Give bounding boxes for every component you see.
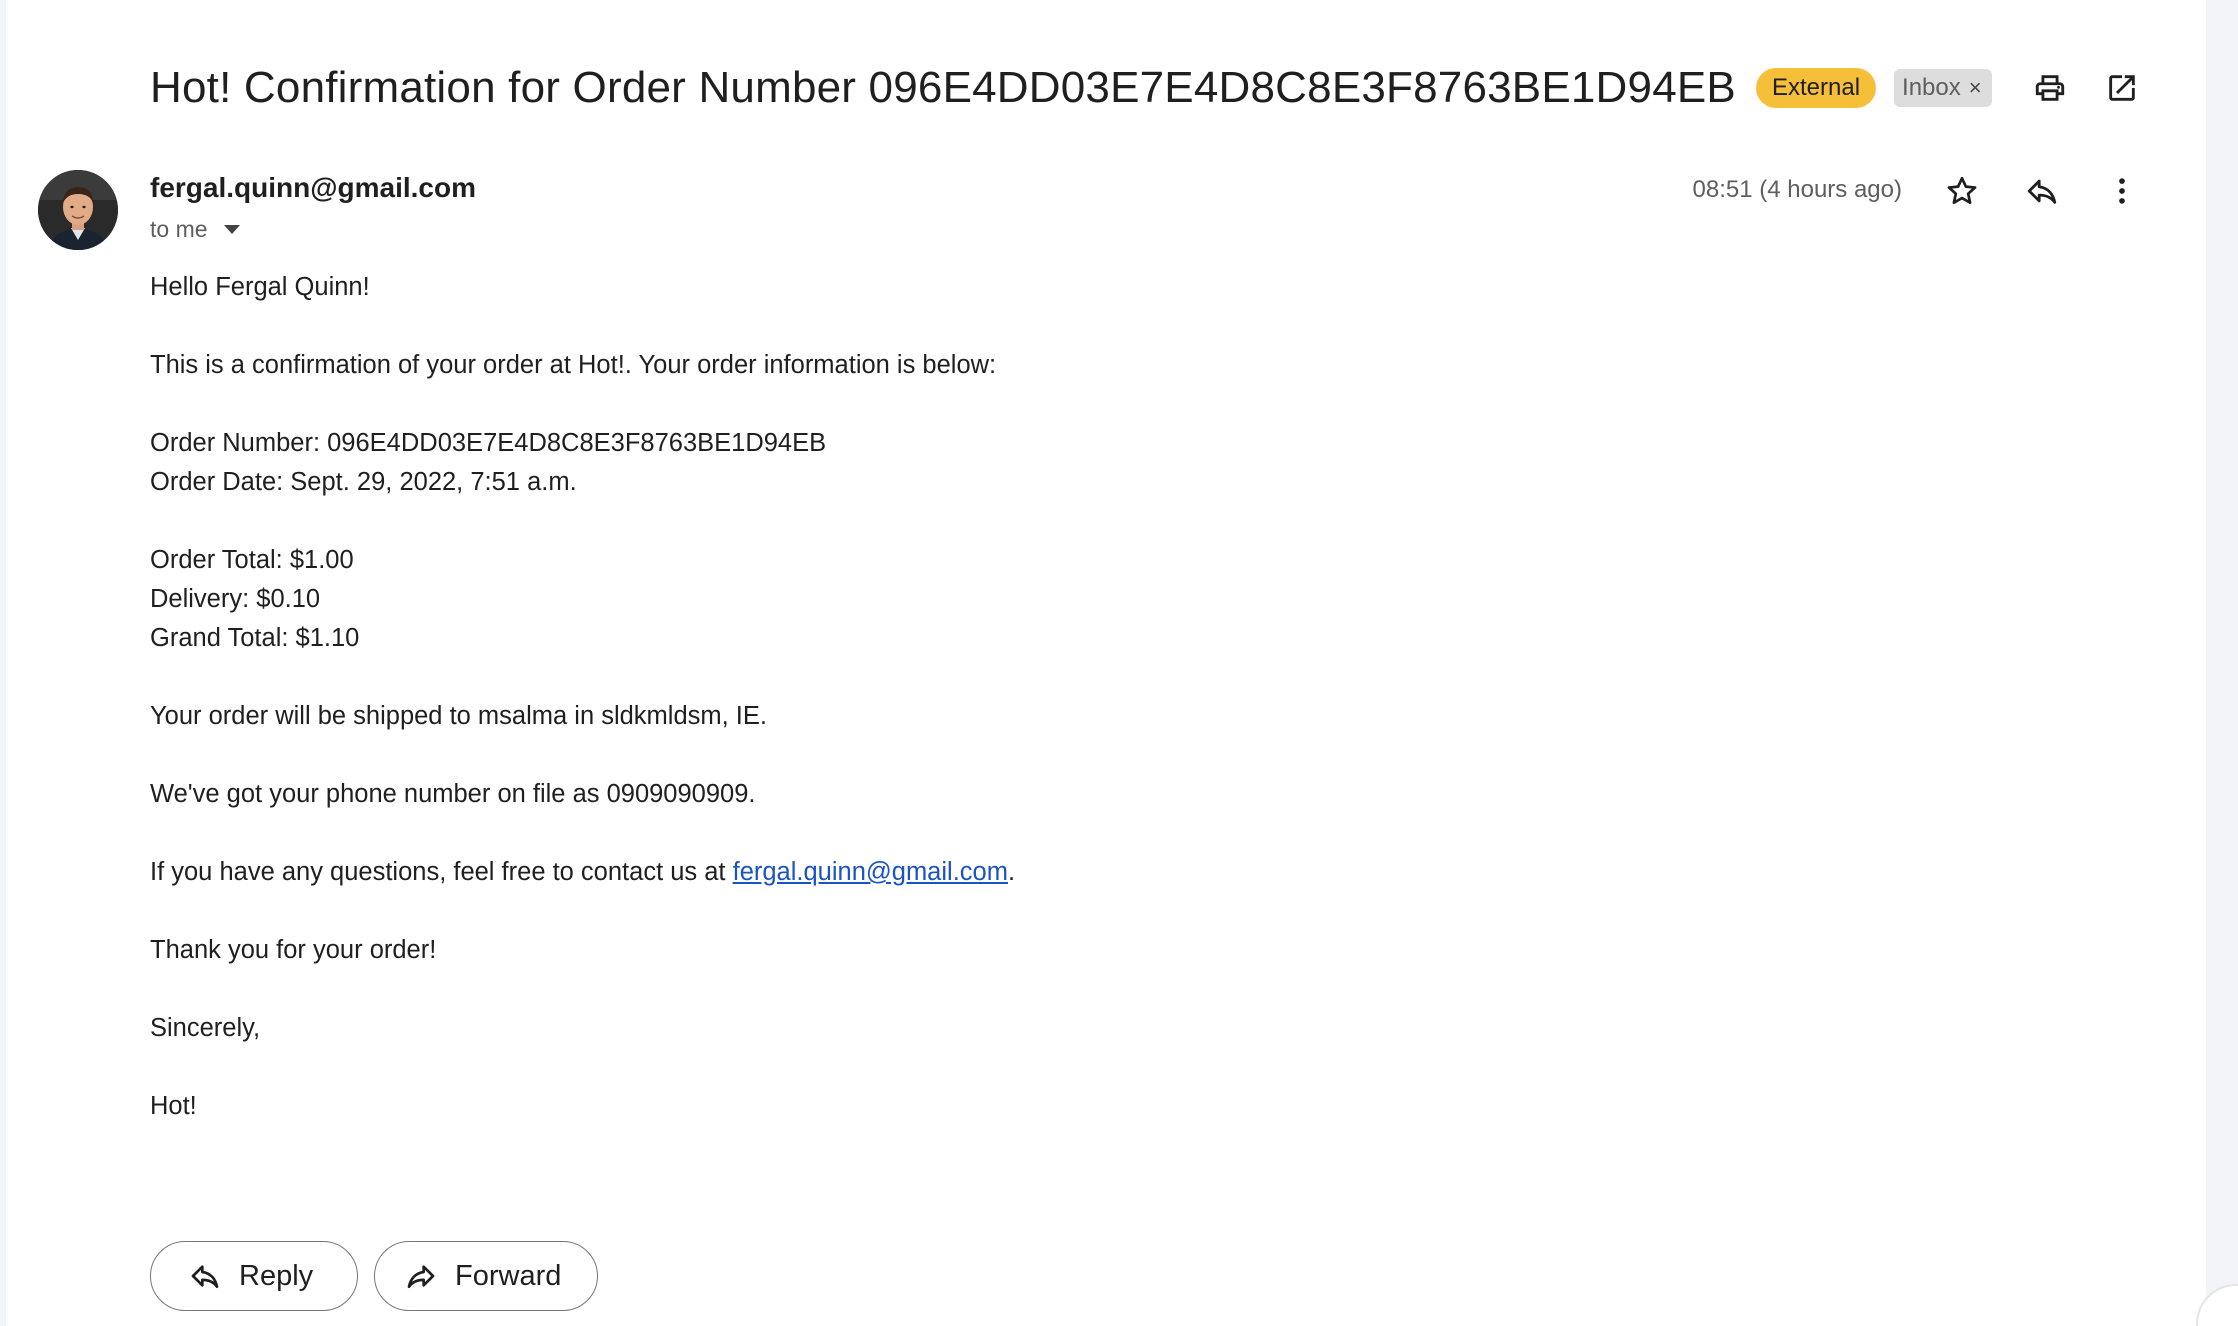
remove-label-icon[interactable]: × bbox=[1969, 75, 1982, 101]
email-view: Hot! Confirmation for Order Number 096E4… bbox=[0, 0, 2238, 1326]
email-subject: Hot! Confirmation for Order Number 096E4… bbox=[150, 63, 1736, 112]
reply-icon bbox=[2027, 179, 2057, 204]
intro-text: This is a confirmation of your order at … bbox=[150, 351, 997, 379]
thanks-text: Thank you for your order! bbox=[150, 936, 437, 964]
forward-button[interactable]: Forward bbox=[374, 1241, 598, 1311]
print-icon bbox=[2035, 75, 2065, 101]
reply-button-label: Reply bbox=[239, 1259, 314, 1292]
recipient-label: to me bbox=[150, 216, 208, 242]
open-in-new-window-button[interactable] bbox=[2096, 62, 2148, 114]
star-button[interactable] bbox=[1936, 165, 1988, 217]
forward-icon bbox=[407, 1265, 435, 1288]
left-panel-edge bbox=[0, 0, 6, 1326]
reply-icon-button[interactable] bbox=[2016, 165, 2068, 217]
email-body: Hello Fergal Quinn! This is a confirmati… bbox=[150, 268, 1850, 1126]
star-icon bbox=[1947, 176, 1977, 205]
reply-button[interactable]: Reply bbox=[150, 1241, 358, 1311]
order-total: Order Total: $1.00 bbox=[150, 546, 354, 574]
open-in-new-window-icon bbox=[2109, 75, 2135, 101]
questions-suffix: . bbox=[1007, 858, 1016, 886]
sender-avatar[interactable] bbox=[38, 170, 118, 250]
contact-email-link[interactable]: fergal.quinn@gmail.com bbox=[733, 858, 1008, 886]
external-label: External bbox=[1755, 68, 1877, 108]
greeting: Hello Fergal Quinn! bbox=[150, 273, 370, 301]
more-vertical-icon bbox=[2119, 178, 2125, 204]
grand-total: Grand Total: $1.10 bbox=[150, 624, 360, 652]
signature: Hot! bbox=[150, 1092, 197, 1120]
forward-button-label: Forward bbox=[455, 1259, 562, 1292]
right-panel-edge bbox=[2206, 0, 2238, 1326]
email-timestamp: 08:51 (4 hours ago) bbox=[1692, 176, 1902, 203]
panel-corner bbox=[2196, 1284, 2238, 1326]
phone-info: We've got your phone number on file as 0… bbox=[150, 780, 756, 808]
subject-row: Hot! Confirmation for Order Number 096E4… bbox=[150, 58, 1992, 118]
order-date: Order Date: Sept. 29, 2022, 7:51 a.m. bbox=[150, 468, 577, 496]
order-number: Order Number: 096E4DD03E7E4D8C8E3F8763BE… bbox=[150, 429, 827, 457]
avatar-photo bbox=[38, 170, 118, 250]
more-options-button[interactable] bbox=[2096, 165, 2148, 217]
signoff: Sincerely, bbox=[150, 1014, 261, 1042]
inbox-label[interactable]: Inbox × bbox=[1894, 69, 1992, 107]
reply-icon bbox=[191, 1265, 219, 1288]
questions-prefix: If you have any questions, feel free to … bbox=[150, 858, 733, 886]
delivery-cost: Delivery: $0.10 bbox=[150, 585, 321, 613]
print-button[interactable] bbox=[2024, 62, 2076, 114]
chevron-down-icon[interactable] bbox=[223, 225, 240, 234]
inbox-label-text: Inbox bbox=[1902, 74, 1961, 101]
recipient-details[interactable]: to me bbox=[150, 216, 240, 243]
shipping-info: Your order will be shipped to msalma in … bbox=[150, 702, 767, 730]
questions-line: If you have any questions, feel free to … bbox=[150, 853, 1850, 892]
sender-email[interactable]: fergal.quinn@gmail.com bbox=[150, 172, 476, 204]
